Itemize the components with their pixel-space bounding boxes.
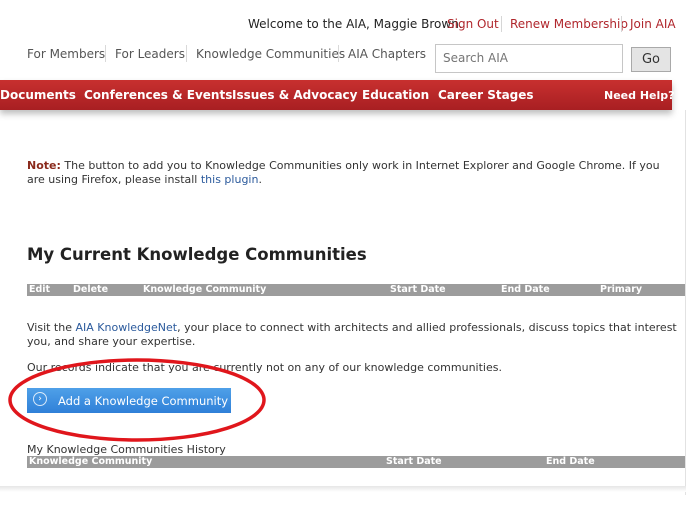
- search-go-button[interactable]: Go: [631, 47, 671, 72]
- divider: [621, 16, 622, 32]
- content-edge: [685, 110, 686, 495]
- column-header-end-date: End Date: [501, 284, 550, 295]
- join-aia-link[interactable]: Join AIA: [630, 17, 676, 31]
- nav-conferences-events[interactable]: Conferences & Events: [84, 88, 232, 102]
- nav-issues-advocacy[interactable]: Issues & Advocacy: [232, 88, 357, 102]
- column-header-delete: Delete: [73, 284, 109, 295]
- welcome-message: Welcome to the AIA, Maggie Brown.: [248, 17, 463, 31]
- knowledgenet-intro: Visit the AIA KnowledgeNet, your place t…: [27, 321, 677, 349]
- plugin-link[interactable]: this plugin: [201, 173, 259, 186]
- search-input[interactable]: [435, 44, 623, 73]
- note-text: The button to add you to Knowledge Commu…: [27, 159, 660, 186]
- renew-membership-link[interactable]: Renew Membership: [510, 17, 628, 31]
- aia-chapters-link[interactable]: AIA Chapters: [348, 47, 426, 61]
- column-header-community: Knowledge Community: [29, 456, 153, 467]
- note-label: Note:: [27, 159, 61, 172]
- for-leaders-link[interactable]: For Leaders: [115, 47, 185, 61]
- divider: [186, 45, 187, 62]
- annotation-ellipse: [8, 358, 266, 442]
- nav-career-stages[interactable]: Career Stages: [438, 88, 534, 102]
- column-header-start-date: Start Date: [386, 456, 442, 467]
- need-help-link[interactable]: Need Help?: [604, 89, 675, 102]
- page-title: My Current Knowledge Communities: [27, 245, 367, 264]
- column-header-start-date: Start Date: [390, 284, 446, 295]
- knowledge-communities-link[interactable]: Knowledge Communities: [196, 47, 345, 61]
- column-header-end-date: End Date: [546, 456, 595, 467]
- nav-documents[interactable]: Documents: [0, 88, 76, 102]
- column-header-community: Knowledge Community: [143, 284, 267, 295]
- history-title: My Knowledge Communities History: [27, 443, 226, 456]
- page-bottom-edge: [0, 486, 686, 492]
- column-header-primary: Primary: [600, 284, 643, 295]
- note-end: .: [258, 173, 262, 186]
- divider: [338, 45, 339, 62]
- knowledgenet-link[interactable]: AIA KnowledgeNet: [76, 321, 178, 334]
- column-header-edit: Edit: [29, 284, 51, 295]
- divider: [105, 45, 106, 62]
- nav-education[interactable]: Education: [362, 88, 429, 102]
- current-table-header: [27, 284, 685, 296]
- browser-note: Note: The button to add you to Knowledge…: [27, 159, 672, 187]
- intro-text: Visit the: [27, 321, 76, 334]
- for-members-link[interactable]: For Members: [27, 47, 105, 61]
- divider: [501, 16, 502, 32]
- sign-out-link[interactable]: Sign Out: [447, 17, 499, 31]
